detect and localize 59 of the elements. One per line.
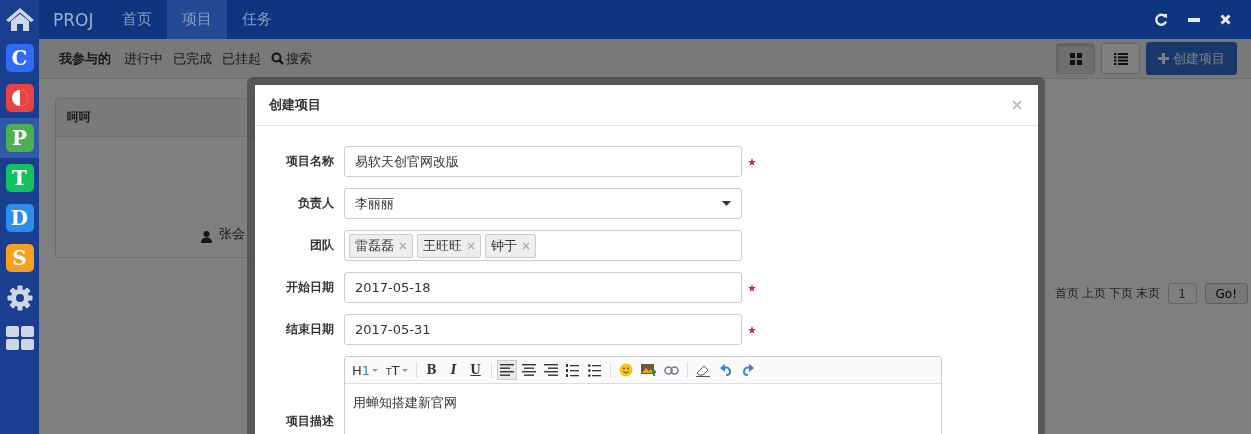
nav-tab[interactable]: 首页 [107,0,168,39]
settings-icon[interactable] [6,285,33,311]
brand-name: PROJ [52,8,95,32]
user-icon [201,231,212,243]
create-project-button[interactable]: 创建项目 [1146,42,1237,75]
font-size-dropdown[interactable]: TT [383,360,411,380]
filter-tab[interactable]: 已完成 [168,49,217,68]
go-button[interactable]: Go! [1204,283,1248,304]
grid-view-button[interactable] [1056,43,1095,74]
required-star-icon [748,283,756,292]
refresh-icon[interactable] [1155,13,1168,26]
field-label: 开始日期 [285,279,334,296]
input-field[interactable]: 易软天创官网改版 [344,146,742,177]
required-star-icon [748,325,756,334]
field-label: 项目描述 [285,413,334,430]
underline-button[interactable]: U [465,360,486,380]
filter-tab[interactable]: 已挂起 [217,49,266,68]
pagination-link[interactable]: 首页 [1054,285,1079,302]
page-input[interactable]: 1 [1167,283,1197,304]
pagination-link[interactable]: 下页 [1108,285,1133,302]
pagination-link[interactable]: 末页 [1135,285,1160,302]
home-icon[interactable] [4,6,35,32]
link-icon [663,365,679,375]
list-icon [1113,52,1128,65]
heading-dropdown[interactable]: H1 [349,360,382,380]
card-title: 呵呵 [67,109,91,126]
align-left-button[interactable] [496,360,517,380]
app-tile[interactable]: P [5,124,34,152]
field-label: 结束日期 [285,321,334,338]
minimize-icon[interactable] [1188,17,1200,22]
list-view-button[interactable] [1101,43,1140,74]
redo-icon [741,364,754,376]
nav-tab[interactable]: 项目 [167,0,228,39]
input-field[interactable]: 2017-05-31 [344,314,742,345]
required-star-icon [748,157,756,166]
app-tile[interactable]: C [5,44,34,72]
member-tag: 雷磊磊 [349,233,413,258]
description-text: 用蝉知搭建新官网 [353,395,457,410]
grid-icon[interactable] [5,326,34,350]
filter-tab[interactable]: 搜索 [266,49,317,68]
nav-tab[interactable]: 任务 [227,0,288,39]
caret-icon [722,201,731,206]
input-field[interactable]: 2017-05-18 [344,272,742,303]
pagination-link[interactable]: 上页 [1081,285,1106,302]
search-icon [271,52,284,65]
member-tag: 钟于 [485,233,536,258]
undo-icon [719,364,732,376]
filter-tab[interactable]: 进行中 [119,49,168,68]
member-tag: 王旺旺 [417,233,481,258]
grid-icon [1069,52,1082,65]
plus-icon [1158,53,1169,64]
app-tile[interactable]: T [5,164,34,192]
filter-tab[interactable]: 我参与的 [54,49,119,68]
bold-button[interactable]: B [421,360,442,380]
italic-button[interactable]: I [443,360,464,380]
owner-name: 张会 [219,225,245,243]
rich-text-editor[interactable]: H1 TT B I U 用蝉知搭建新官网 [344,356,942,434]
app-tile[interactable]: D [5,204,34,232]
select-field[interactable]: 李丽丽 [344,188,742,219]
